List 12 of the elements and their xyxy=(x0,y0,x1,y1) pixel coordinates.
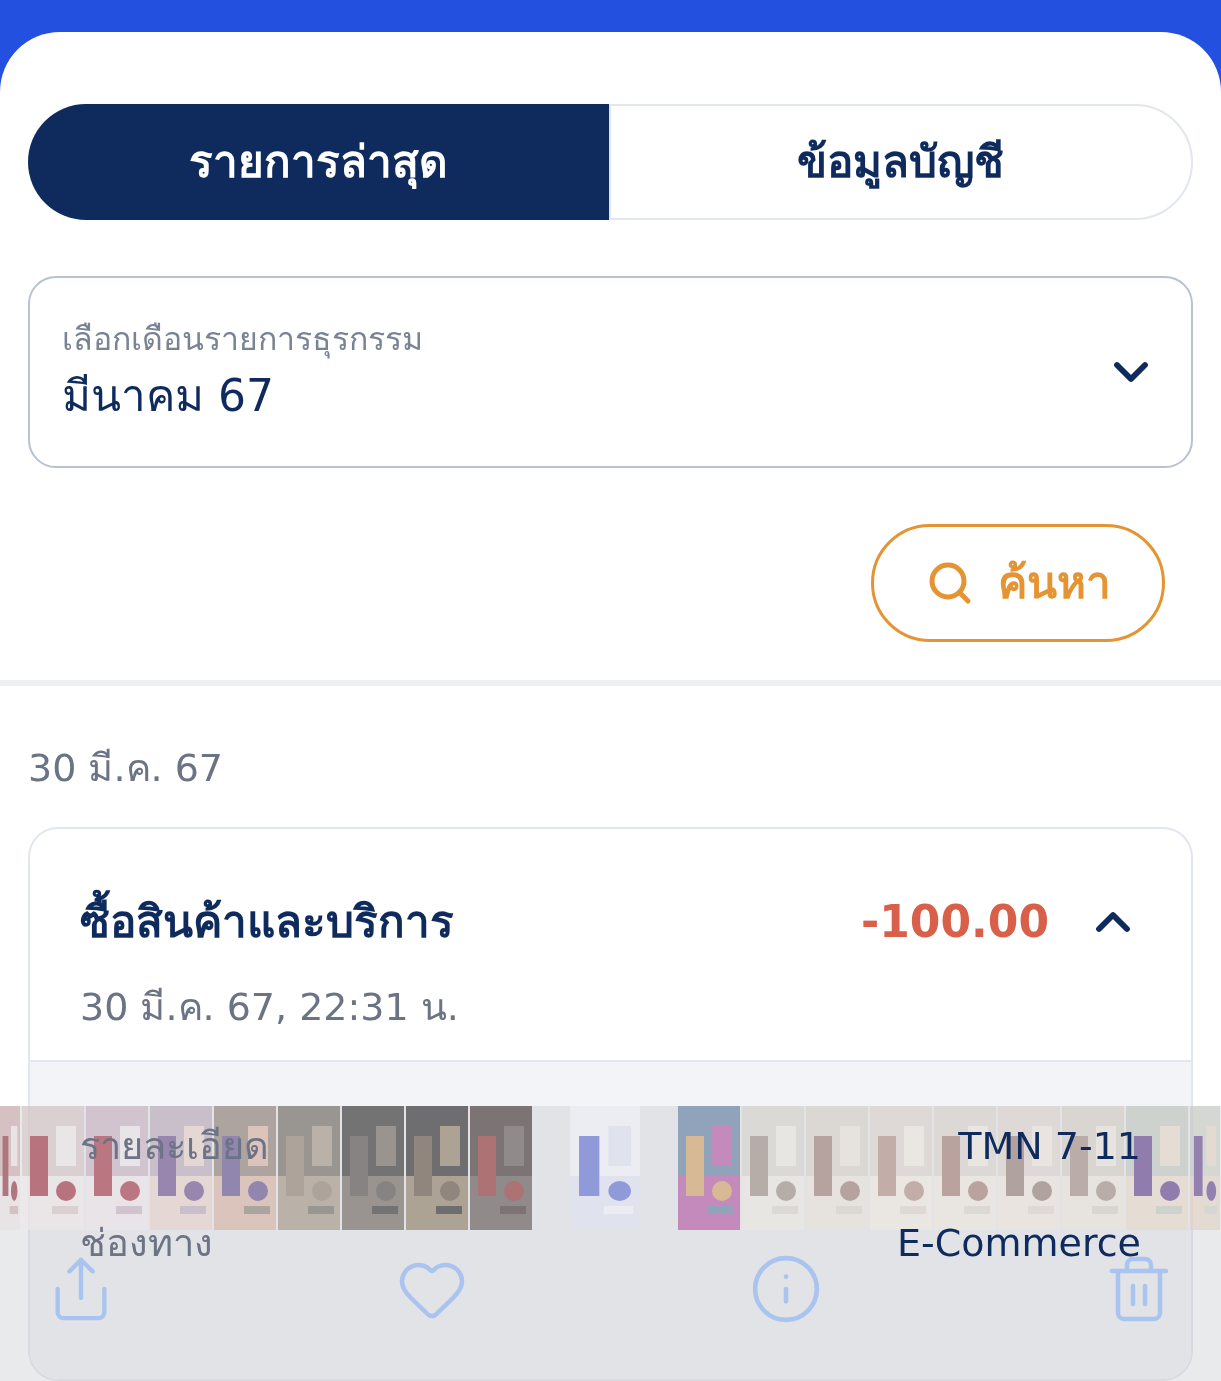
transaction-amount: -100.00 xyxy=(860,894,1049,949)
tab[interactable]: ข้อมูลบัญชี xyxy=(608,104,1193,221)
tab[interactable]: รายการล่าสุด xyxy=(28,104,609,221)
detail-value: TMN 7-11 xyxy=(958,1122,1141,1170)
date-heading: 30 มี.ค. 67 xyxy=(28,744,225,792)
field-value: มีนาคม 67 xyxy=(62,369,275,424)
detail-label: ช่องทาง xyxy=(80,1219,213,1267)
transaction-datetime: 30 มี.ค. 67, 22:31 น. xyxy=(79,983,460,1031)
transaction-title: ซื้อสินค้าและบริการ xyxy=(80,888,861,955)
month-select[interactable]: เลือกเดือนรายการธุรกรรม มีนาคม 67 xyxy=(28,276,1193,468)
field-label: เลือกเดือนรายการธุรกรรม xyxy=(62,319,424,361)
detail-value: E-Commerce xyxy=(897,1219,1141,1267)
